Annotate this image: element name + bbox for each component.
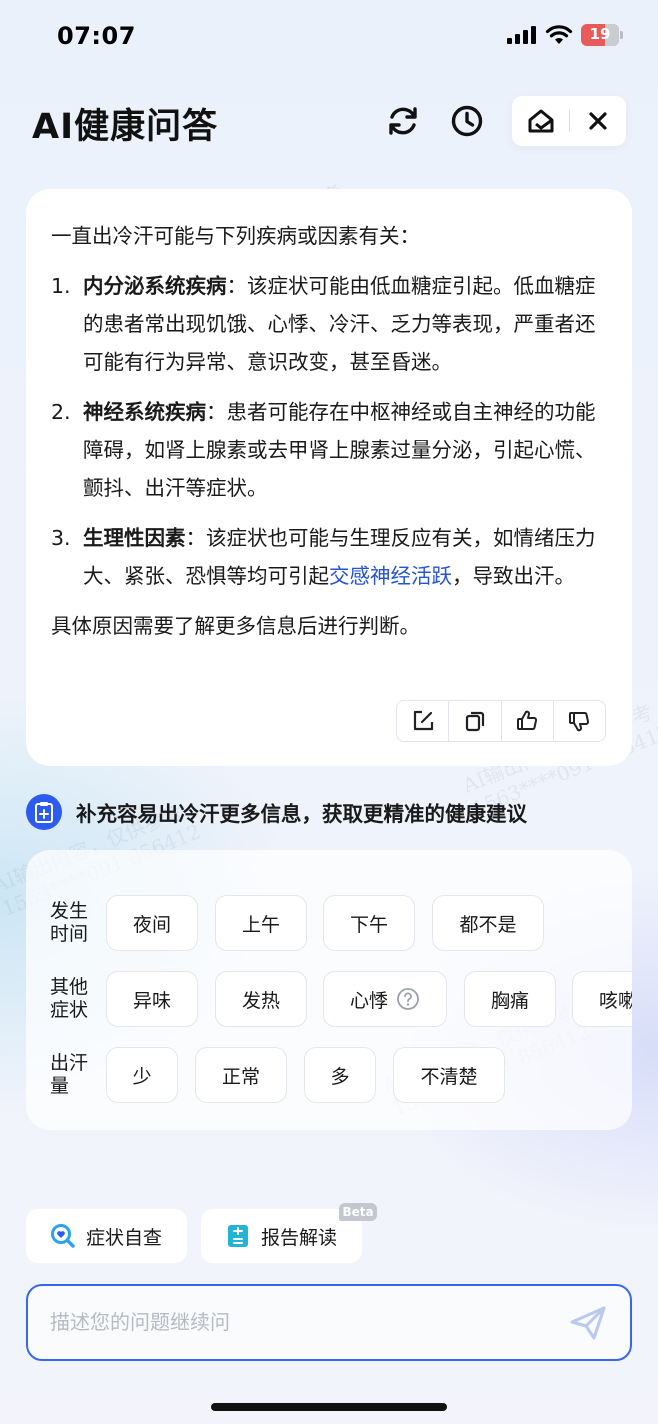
answer-card: 一直出冷汗可能与下列疾病或因素有关： 1. 内分泌系统疾病：该症状可能由低血糖症…	[26, 189, 632, 766]
item-number: 2.	[51, 400, 71, 424]
option-chip[interactable]: 多	[304, 1047, 376, 1103]
item-title: 生理性因素	[83, 526, 186, 550]
report-read-button[interactable]: 报告解读	[201, 1209, 362, 1263]
search-heart-icon	[51, 1224, 75, 1248]
supplement-title: 补充容易出冷汗更多信息，获取更精准的健康建议	[76, 802, 527, 826]
onset-time-label: 发生时间	[50, 900, 89, 945]
item-title: 内分泌系统疾病	[83, 274, 227, 298]
home-icon[interactable]	[526, 107, 556, 135]
answer-intro: 一直出冷汗可能与下列疾病或因素有关：	[51, 224, 420, 248]
answer-list: 1. 内分泌系统疾病：该症状可能由低血糖症引起。低血糖症的患者常出现饥饿、心悸、…	[51, 267, 611, 595]
mini-program-capsule	[512, 96, 626, 146]
option-chip[interactable]: 少	[106, 1047, 178, 1103]
history-clock-icon[interactable]	[449, 103, 485, 139]
send-icon[interactable]	[568, 1304, 608, 1342]
option-chip[interactable]: 上午	[215, 895, 307, 951]
capsule-divider	[569, 110, 570, 132]
option-chip[interactable]: 下午	[323, 895, 415, 951]
item-title: 神经系统疾病	[83, 400, 206, 424]
item-text: ，导致出汗。	[452, 564, 575, 588]
option-chip[interactable]: 发热	[215, 971, 307, 1027]
status-bar: 07:07 19	[0, 0, 658, 70]
sympathetic-nerve-link[interactable]: 交感神经活跃	[329, 564, 452, 588]
option-chip[interactable]: 正常	[195, 1047, 287, 1103]
signal-icon	[507, 26, 536, 44]
item-number: 3.	[51, 526, 71, 550]
option-chip[interactable]: 咳嗽	[572, 971, 632, 1027]
other-symptoms-label: 其他症状	[50, 976, 89, 1021]
report-read-label: 报告解读	[261, 1226, 338, 1249]
copy-icon	[465, 711, 484, 732]
home-indicator	[211, 1403, 447, 1411]
symptom-check-label: 症状自查	[86, 1226, 163, 1249]
report-calculator-icon	[228, 1225, 248, 1247]
thumbs-down-icon	[569, 712, 590, 732]
list-item: 3. 生理性因素：该症状也可能与生理反应有关，如情绪压力大、紧张、恐惧等均可引起…	[51, 519, 611, 595]
question-input-box	[26, 1284, 632, 1361]
status-time: 07:07	[57, 22, 136, 50]
beta-badge: Beta	[339, 1203, 377, 1221]
option-chip[interactable]: 胸痛	[464, 971, 556, 1027]
close-icon[interactable]	[584, 107, 612, 135]
edit-icon	[413, 710, 433, 731]
copy-button[interactable]	[449, 701, 502, 741]
wifi-icon	[545, 25, 573, 44]
question-input[interactable]	[50, 1286, 550, 1358]
refresh-icon[interactable]	[385, 103, 421, 139]
list-item: 2. 神经系统疾病：患者可能存在中枢神经或自主神经的功能障碍，如肾上腺素或去甲肾…	[51, 393, 611, 507]
item-number: 1.	[51, 274, 71, 298]
supplement-options-card: 发生时间 夜间 上午 下午 都不是 其他症状 异味 发热 心悸 胸痛 咳嗽 出汗…	[26, 850, 632, 1130]
option-chip[interactable]: 不清楚	[393, 1047, 505, 1103]
option-chip[interactable]: 夜间	[106, 895, 198, 951]
answer-outro: 具体原因需要了解更多信息后进行判断。	[51, 614, 420, 638]
supplement-header: 补充容易出冷汗更多信息，获取更精准的健康建议	[26, 794, 527, 830]
clipboard-plus-icon	[26, 794, 62, 830]
option-chip-palpitation[interactable]: 心悸	[323, 971, 447, 1027]
symptom-check-button[interactable]: 症状自查	[26, 1209, 187, 1263]
like-button[interactable]	[502, 701, 554, 741]
sweat-amount-label: 出汗量	[50, 1052, 89, 1097]
page-title: AI健康问答	[32, 107, 219, 147]
option-chip[interactable]: 都不是	[432, 895, 544, 951]
answer-text: 一直出冷汗可能与下列疾病或因素有关： 1. 内分泌系统疾病：该症状可能由低血糖症…	[51, 217, 611, 645]
battery-indicator: 19	[581, 24, 623, 46]
help-question-icon[interactable]	[396, 987, 420, 1011]
list-item: 1. 内分泌系统疾病：该症状可能由低血糖症引起。低血糖症的患者常出现饥饿、心悸、…	[51, 267, 611, 381]
thumbs-up-icon	[517, 710, 538, 730]
option-chip-label: 心悸	[349, 989, 388, 1012]
edit-button[interactable]	[397, 701, 450, 741]
option-chip[interactable]: 异味	[106, 971, 198, 1027]
answer-action-bar	[396, 700, 606, 742]
dislike-button[interactable]	[554, 701, 605, 741]
